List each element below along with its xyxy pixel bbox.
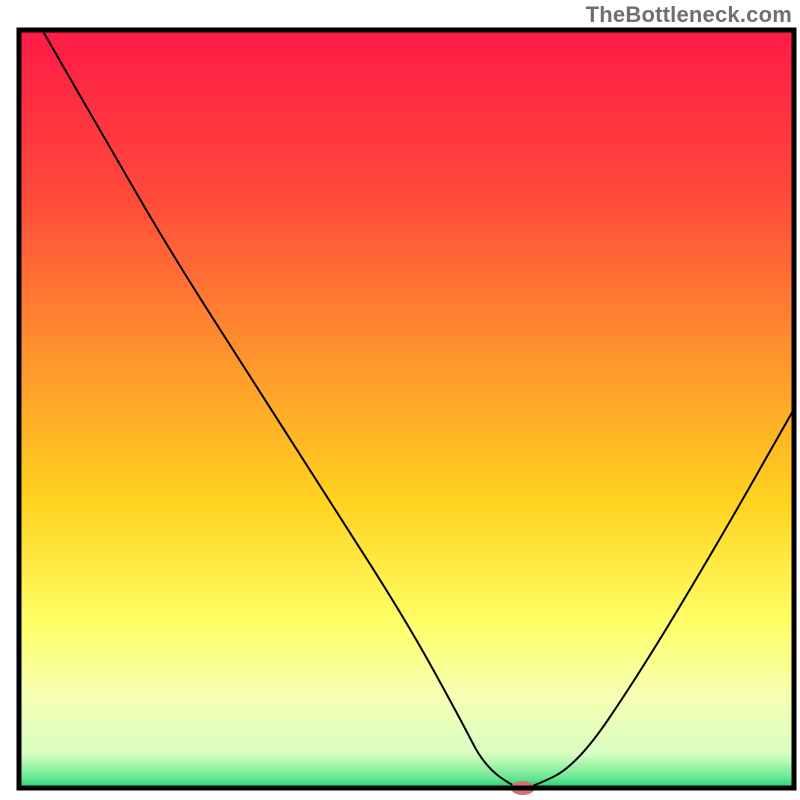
bottleneck-chart bbox=[0, 0, 800, 800]
chart-stage: TheBottleneck.com bbox=[0, 0, 800, 800]
gradient-background bbox=[19, 30, 794, 788]
